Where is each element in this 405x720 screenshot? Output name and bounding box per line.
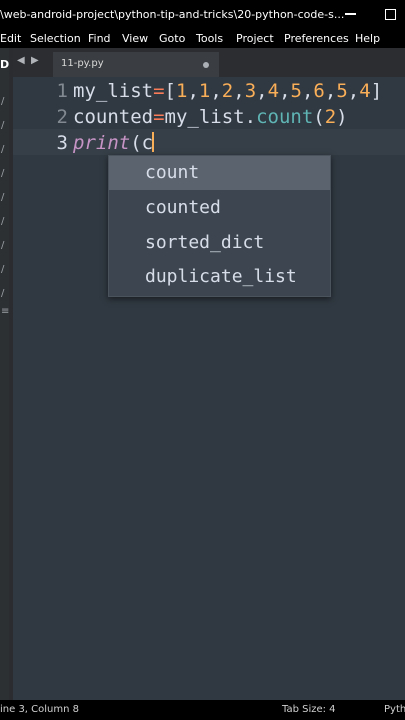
menu-tools[interactable]: Tools [196,32,223,45]
current-line-highlight [13,129,405,155]
token-number: 2 [324,106,337,128]
token-number: 5 [290,80,302,102]
token-number: 3 [244,80,257,102]
token-bracket: [ [164,80,176,102]
menu-selection[interactable]: Selection [30,32,81,45]
syntax-mode[interactable]: Pyth [384,704,405,715]
autocomplete-item-label: counted [145,197,221,218]
menu-help[interactable]: Help [355,32,380,45]
autocomplete-item[interactable]: counted [109,191,330,225]
token-variable: my_list [164,106,245,128]
title-bar: \web-android-project\python-tip-and-tric… [0,0,405,30]
token-operator: = [153,80,165,102]
folder-indicator-icon: / [1,96,5,107]
menu-project[interactable]: Project [236,32,274,45]
autocomplete-item-label: duplicate_list [145,266,297,287]
autocomplete-popup[interactable]: count counted sorted_dict duplicate_list [108,155,331,297]
window-title: \web-android-project\python-tip-and-tric… [0,8,345,21]
folder-indicator-icon: / [1,240,5,251]
token-number: 4 [359,80,371,102]
code-line-1[interactable]: my_list=[1,1,2,3,4,5,6,5,4] [73,80,382,102]
token-number: 5 [336,80,348,102]
sidebar[interactable]: D / / / / / / / / / ≡ [0,48,9,700]
tab-bar: ◀ ▶ 11-py.py [13,48,405,77]
token-builtin: print [73,132,131,154]
menu-find[interactable]: Find [88,32,111,45]
folder-indicator-icon: / [1,120,5,131]
folder-indicator-icon: / [1,216,5,227]
token-bracket: ] [370,80,383,102]
token-dot: . [244,106,257,128]
unsaved-dot-icon[interactable] [203,62,209,68]
tab-filename: 11-py.py [61,58,104,69]
token-paren: ( [313,106,325,128]
folder-indicator-icon: / [1,288,5,299]
autocomplete-item[interactable]: duplicate_list [109,260,330,294]
maximize-icon[interactable] [385,9,396,20]
token-paren: ) [336,106,348,128]
token-number: 4 [267,80,280,102]
line-number: 3 [56,132,68,154]
autocomplete-item[interactable]: sorted_dict [109,226,330,260]
token-variable: counted [73,106,154,128]
code-line-3[interactable]: print(c [73,132,155,154]
sidebar-label: D [0,58,10,71]
token-paren: ( [130,132,142,154]
token-number: 1 [198,80,211,102]
minimize-icon[interactable] [345,13,356,15]
token-number: 2 [221,80,234,102]
line-number: 1 [56,80,68,102]
tab-right-arrow-icon[interactable]: ▶ [31,55,39,66]
menu-view[interactable]: View [122,32,148,45]
code-line-2[interactable]: counted=my_list.count(2) [73,106,348,128]
tab-left-arrow-icon[interactable]: ◀ [17,55,25,66]
autocomplete-item-label: sorted_dict [145,232,265,253]
menu-goto[interactable]: Goto [159,32,185,45]
token-operator: = [153,106,165,128]
folder-indicator-icon: / [1,144,5,155]
tab-file[interactable]: 11-py.py [53,52,219,77]
tab-size[interactable]: Tab Size: 4 [282,704,336,715]
menu-edit[interactable]: Edit [0,32,21,45]
status-bar: ine 3, Column 8 Tab Size: 4 Pyth [0,700,405,720]
token-number: 6 [313,80,325,102]
menu-preferences[interactable]: Preferences [284,32,349,45]
folder-indicator-icon: / [1,264,5,275]
autocomplete-item[interactable]: count [109,156,330,190]
token-number: 1 [175,80,188,102]
token-variable: my_list [73,80,154,102]
token-method: count [256,106,314,128]
text-cursor [152,132,155,152]
menu-bar: Edit Selection Find View Goto Tools Proj… [0,30,405,48]
folder-indicator-icon: / [1,168,5,179]
autocomplete-item-label: count [145,162,200,183]
folder-indicator-icon: / [1,192,5,203]
line-number: 2 [56,106,68,128]
cursor-position[interactable]: ine 3, Column 8 [0,704,79,715]
